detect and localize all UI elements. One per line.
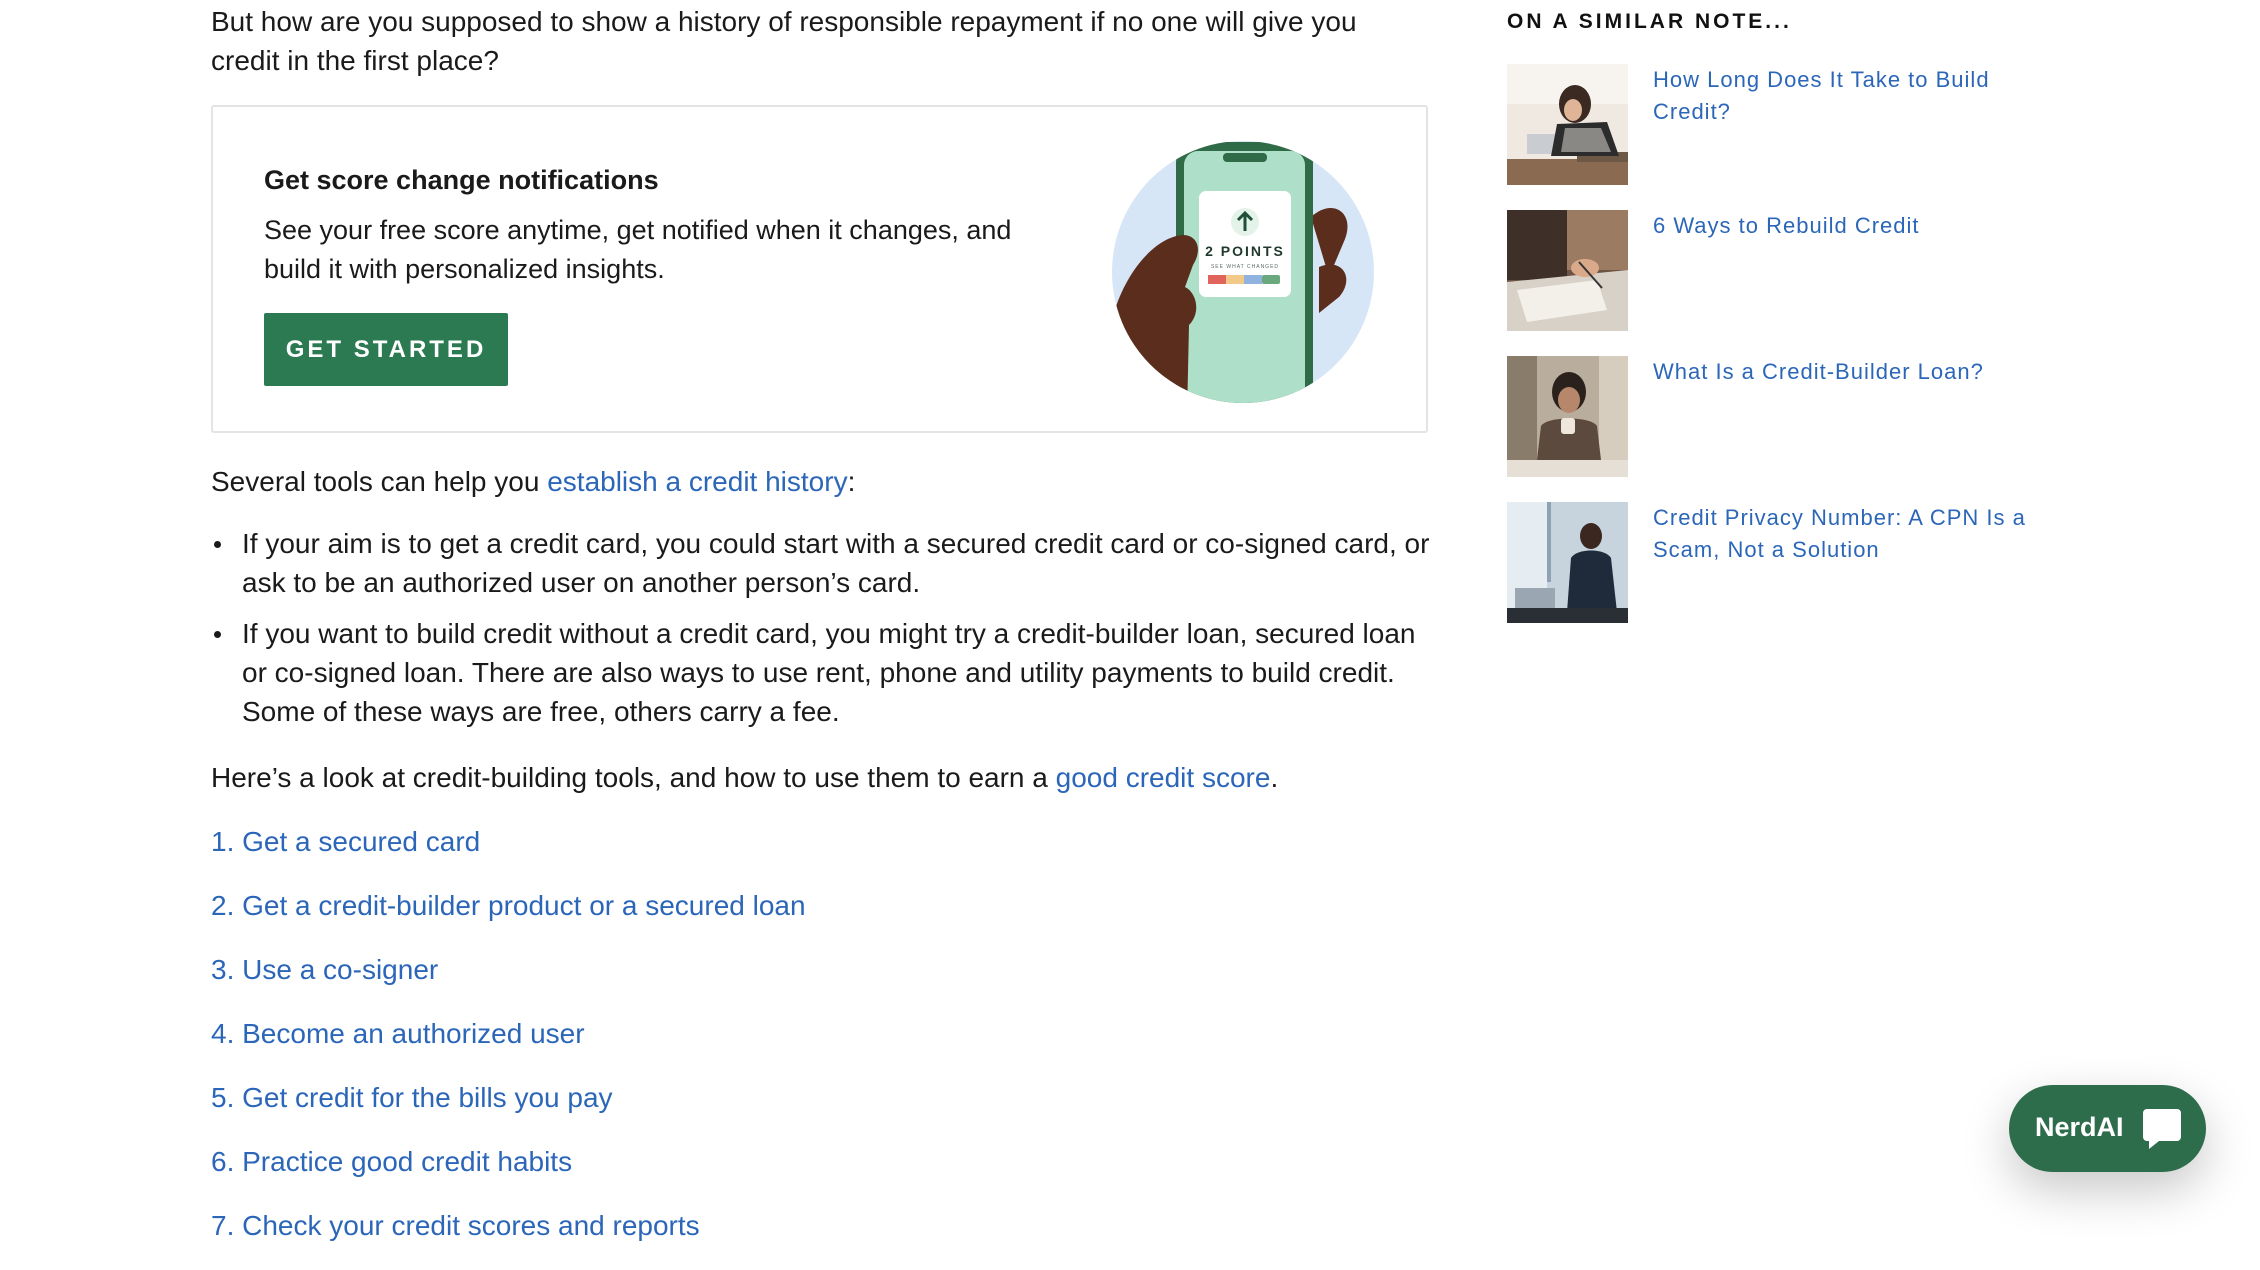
promo-title: Get score change notifications xyxy=(264,165,659,195)
tools-paragraph: Several tools can help you establish a c… xyxy=(211,462,855,501)
good-credit-score-link[interactable]: good credit score xyxy=(1056,762,1271,793)
bullet-item-credit-card: If your aim is to get a credit card, you… xyxy=(211,524,1431,602)
phone-score-illustration: 2 POINTS SEE WHAT CHANGED xyxy=(1112,141,1374,403)
toc-item: 2. Get a credit-builder product or a sec… xyxy=(211,886,806,950)
tools-text-end: : xyxy=(847,466,856,497)
toc-item: 4. Become an authorized user xyxy=(211,1014,806,1078)
related-article-title: How Long Does It Take to Build Credit? xyxy=(1653,67,1990,124)
score-notifications-promo: Get score change notifications See your … xyxy=(211,105,1428,433)
tools-bullet-list: If your aim is to get a credit card, you… xyxy=(211,524,1431,743)
establish-credit-history-link[interactable]: establish a credit history xyxy=(547,466,847,497)
toc-item: 7. Check your credit scores and reports xyxy=(211,1206,806,1270)
toc-link-habits[interactable]: 6. Practice good credit habits xyxy=(211,1146,572,1177)
toc-link-bills[interactable]: 5. Get credit for the bills you pay xyxy=(211,1082,613,1113)
related-article-rebuild[interactable]: 6 Ways to Rebuild Credit xyxy=(1507,210,2067,332)
thumbnail-woman-laptop-image xyxy=(1507,64,1628,185)
article-body: But how are you supposed to show a histo… xyxy=(211,0,1431,1241)
toc-item: 1. Get a secured card xyxy=(211,822,806,886)
chat-bubble-icon xyxy=(2143,1109,2181,1149)
toc-link-check-scores[interactable]: 7. Check your credit scores and reports xyxy=(211,1210,700,1241)
related-article-credit-builder-loan[interactable]: What Is a Credit-Builder Loan? xyxy=(1507,356,2067,478)
thumbnail-man-phone-image xyxy=(1507,502,1628,623)
bullet-item-without-card: If you want to build credit without a cr… xyxy=(211,614,1431,731)
toc-link-secured-card[interactable]: 1. Get a secured card xyxy=(211,826,480,857)
tools-text: Several tools can help you xyxy=(211,466,548,497)
credit-tools-paragraph: Here’s a look at credit-building tools, … xyxy=(211,758,1278,797)
phone-points-text: 2 POINTS xyxy=(1205,243,1285,259)
toc-item: 3. Use a co-signer xyxy=(211,950,806,1014)
related-article-cpn[interactable]: Credit Privacy Number: A CPN Is a Scam, … xyxy=(1507,502,2067,624)
toc-link-authorized-user[interactable]: 4. Become an authorized user xyxy=(211,1018,585,1049)
related-article-title: What Is a Credit-Builder Loan? xyxy=(1653,359,1984,384)
promo-description: See your free score anytime, get notifie… xyxy=(264,215,1012,284)
get-started-button[interactable]: GET STARTED xyxy=(264,313,508,386)
nerdai-chat-button[interactable]: NerdAI xyxy=(2009,1085,2206,1172)
related-article-how-long[interactable]: How Long Does It Take to Build Credit? xyxy=(1507,64,2067,186)
nerdai-label: NerdAI xyxy=(2035,1112,2124,1142)
related-article-title: 6 Ways to Rebuild Credit xyxy=(1653,213,1920,238)
toc-item: 5. Get credit for the bills you pay xyxy=(211,1078,806,1142)
thumbnail-writing-notes-image xyxy=(1507,210,1628,331)
intro-paragraph: But how are you supposed to show a histo… xyxy=(211,6,1357,76)
thumbnail-woman-coffee-image xyxy=(1507,356,1628,477)
table-of-contents: 1. Get a secured card 2. Get a credit-bu… xyxy=(211,822,806,1270)
toc-link-credit-builder[interactable]: 2. Get a credit-builder product or a sec… xyxy=(211,890,806,921)
sidebar-heading: ON A SIMILAR NOTE... xyxy=(1507,10,1792,33)
phone-caption-text: SEE WHAT CHANGED xyxy=(1211,264,1279,270)
look-text-end: . xyxy=(1270,762,1279,793)
toc-link-co-signer[interactable]: 3. Use a co-signer xyxy=(211,954,438,985)
look-text: Here’s a look at credit-building tools, … xyxy=(211,762,1056,793)
toc-item: 6. Practice good credit habits xyxy=(211,1142,806,1206)
related-article-title: Credit Privacy Number: A CPN Is a Scam, … xyxy=(1653,505,2026,562)
